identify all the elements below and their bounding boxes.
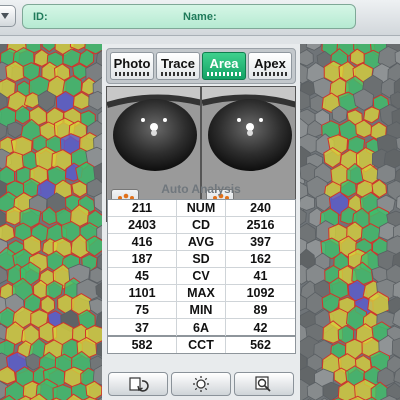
cct-row: 582 CCT 562 [107,336,296,354]
endothelial-cell [300,208,307,226]
tab-photo-label: Photo [113,55,151,71]
table-row: 75 MIN 89 [108,302,295,319]
brightness-button[interactable] [171,372,231,396]
header-bar: ID: Name: [0,0,400,36]
endothelial-cell [300,49,314,67]
left-value: 45 [135,269,149,283]
right-value: 240 [250,201,271,215]
table-row: 187 SD 162 [108,251,295,268]
rotate-icon [129,377,149,392]
right-cct-value: 562 [250,338,271,352]
right-value: 2516 [246,218,275,232]
right-value: 41 [253,269,268,283]
left-value: 211 [131,201,153,215]
auto-analysis-title: Auto Analysis [161,182,241,196]
right-endothelium-image[interactable] [300,44,400,400]
endothelial-cell [7,121,23,139]
tab-apex-label: Apex [254,55,286,71]
metric-label: MAX [176,285,226,301]
metric-label: CD [176,217,226,233]
table-row: 2403 CD 2516 [108,217,295,234]
endothelial-cell [322,381,341,400]
endothelial-cell [0,223,15,243]
tab-photo[interactable]: Photo [110,52,154,80]
right-value: 1092 [246,286,275,300]
tab-indicator [207,72,241,76]
analysis-results-table: 211 NUM 240 2403 CD 2516 416 AVG 397 187… [107,199,296,336]
table-row: 1101 MAX 1092 [108,285,295,302]
brightness-icon [193,376,209,392]
endothelial-cell [71,180,88,198]
left-value: 37 [135,320,149,335]
left-endothelium-image[interactable] [0,44,102,400]
menu-dropdown-button[interactable] [0,5,16,27]
left-cell-map [0,44,102,400]
tab-indicator [161,72,195,76]
rotate-button[interactable] [108,372,168,396]
left-value: 187 [131,252,153,266]
mode-tabs: Photo Trace Area Apex [106,48,296,84]
endothelial-cell [88,298,102,315]
right-value: 162 [250,252,271,266]
endothelial-cell [88,90,102,111]
analysis-panel: Photo Trace Area Apex Auto Analysis 211 … [102,44,300,400]
tab-indicator [115,72,149,76]
zoom-button[interactable] [234,372,294,396]
left-cct-value: 582 [131,338,153,352]
endothelial-cell [355,119,373,138]
table-row: 416 AVG 397 [108,234,295,251]
tab-trace[interactable]: Trace [156,52,200,80]
metric-label: AVG [176,234,226,250]
right-value: 89 [253,303,268,317]
table-row: 45 CV 41 [108,268,295,285]
tab-indicator [253,72,287,76]
right-cell-map [300,44,400,400]
left-value: 416 [131,235,153,249]
id-label: ID: [33,11,48,23]
name-label: Name: [183,11,217,23]
endothelial-cell [40,295,56,314]
cct-label: CCT [176,337,226,353]
metric-label: SD [176,251,226,267]
left-value: 2403 [128,218,156,232]
tab-area-label: Area [209,55,239,71]
endothelial-cell [305,44,322,51]
tab-area[interactable]: Area [202,52,246,80]
table-row: 37 6A 42 [108,319,295,336]
right-value: 42 [253,320,268,335]
chevron-down-icon [1,13,9,19]
metric-label: NUM [176,200,226,216]
tab-trace-label: Trace [161,55,195,71]
left-value: 1101 [128,286,156,300]
endothelial-cell [300,194,315,211]
zoom-icon [255,376,271,392]
right-value: 397 [250,235,271,249]
table-row: 211 NUM 240 [108,200,295,217]
tab-apex[interactable]: Apex [248,52,292,80]
metric-label: MIN [176,302,226,318]
patient-info-box[interactable]: ID: Name: [22,4,356,29]
metric-label: CV [176,268,226,284]
metric-label: 6A [176,319,226,336]
left-value: 75 [135,303,149,317]
